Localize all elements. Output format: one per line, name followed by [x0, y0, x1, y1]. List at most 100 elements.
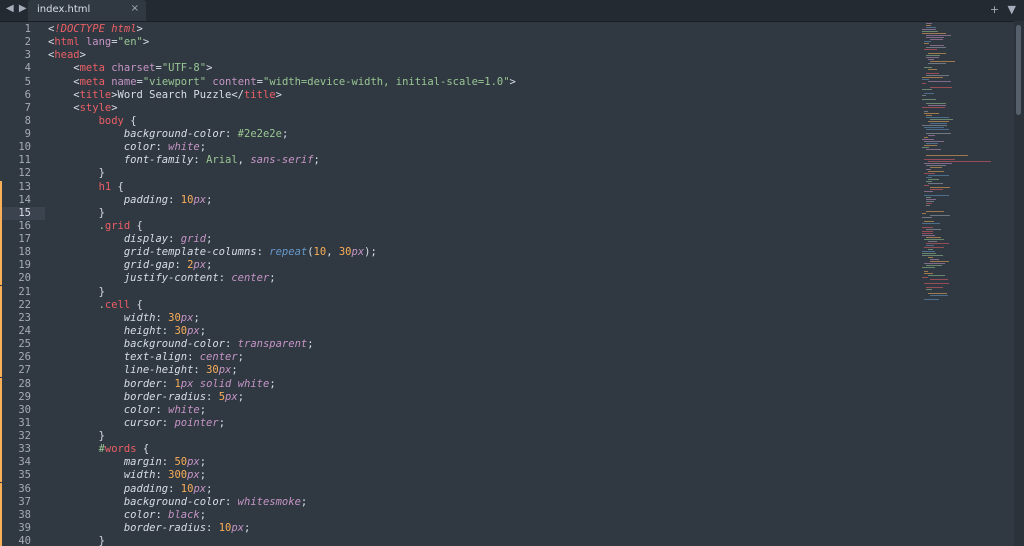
minimap-line — [926, 201, 934, 202]
line-number: 9 — [24, 128, 31, 141]
code-line[interactable]: 26 text-align: center; — [0, 351, 1014, 365]
code-editor[interactable]: 1 <!DOCTYPE html> 2 <html lang="en"> 3 <head>… — [0, 21, 1014, 546]
code-token: px — [187, 456, 200, 469]
code-token: px — [187, 469, 200, 482]
code-line[interactable]: 36 padding: 10px; — [0, 482, 1014, 496]
minimap-line — [924, 299, 939, 300]
tab-list-dropdown-icon[interactable]: ▼ — [1008, 3, 1016, 16]
minimap-line — [926, 165, 946, 166]
minimap-line — [924, 141, 944, 142]
code-line[interactable]: 27 line-height: 30px; — [0, 364, 1014, 378]
tab-index-html[interactable]: index.html × — [28, 0, 146, 21]
code-token: : — [193, 364, 207, 377]
code-token: black — [168, 508, 200, 521]
code-line[interactable]: 4 <meta charset="UTF-8"> — [0, 62, 1014, 75]
code-token: : — [155, 469, 169, 482]
code-line[interactable]: 38 color: black; — [0, 508, 1014, 522]
minimap-line — [930, 123, 947, 124]
line-number: 2 — [24, 36, 31, 49]
code-line[interactable]: 15 } — [0, 206, 1014, 220]
code-token: > — [79, 49, 86, 62]
minimap[interactable] — [918, 21, 1008, 301]
minimap-line — [926, 115, 932, 116]
code-token: : — [256, 246, 270, 259]
code-token: { — [130, 298, 143, 311]
code-token: grid-gap — [123, 259, 175, 272]
code-line[interactable]: 35 width: 300px; — [0, 469, 1014, 483]
scrollbar-thumb[interactable] — [1016, 25, 1021, 115]
code-line[interactable]: 34 margin: 50px; — [0, 456, 1014, 470]
code-line[interactable]: 5 <meta name="viewport" content="width=d… — [0, 76, 1014, 89]
code-text: width: 30px; — [48, 312, 200, 325]
code-line[interactable]: 12 } — [0, 167, 1014, 180]
line-number: 34 — [18, 456, 31, 469]
code-line[interactable]: 22 .cell { — [0, 298, 1014, 312]
code-line[interactable]: 10 color: white; — [0, 141, 1014, 154]
line-number: 20 — [18, 272, 31, 285]
code-line[interactable]: 17 display: grid; — [0, 233, 1014, 247]
minimap-line — [926, 103, 946, 104]
code-token: "viewport" — [142, 75, 207, 88]
code-token: : — [155, 508, 169, 521]
vertical-scrollbar[interactable] — [1014, 21, 1024, 546]
code-line[interactable]: 1 <!DOCTYPE html> — [0, 23, 1014, 36]
line-number: 4 — [24, 62, 31, 75]
code-token: center — [199, 351, 238, 364]
code-line[interactable]: 25 background-color: transparent; — [0, 338, 1014, 352]
code-line[interactable]: 20 justify-content: center; — [0, 272, 1014, 286]
code-token: repeat — [269, 246, 308, 259]
code-line[interactable]: 11 font-family: Arial, sans-serif; — [0, 154, 1014, 167]
code-line[interactable]: 8 body { — [0, 115, 1014, 128]
code-token: style — [79, 101, 112, 114]
close-icon[interactable]: × — [131, 3, 139, 14]
code-line[interactable]: 6 <title>Word Search Puzzle</title> — [0, 89, 1014, 102]
code-token: title — [79, 88, 112, 101]
code-line[interactable]: 28 border: 1px solid white; — [0, 377, 1014, 391]
code-token: px — [231, 521, 245, 534]
code-line[interactable]: 37 background-color: whitesmoke; — [0, 495, 1014, 509]
code-line[interactable]: 14 padding: 10px; — [0, 193, 1014, 207]
code-line[interactable]: 31 cursor: pointer; — [0, 416, 1014, 430]
code-line[interactable]: 3 <head> — [0, 49, 1014, 62]
minimap-line — [928, 179, 939, 180]
code-line[interactable]: 40 } — [0, 535, 1014, 546]
code-token: < — [48, 75, 80, 88]
code-line[interactable]: 16 .grid { — [0, 219, 1014, 233]
code-text: <style> — [48, 101, 117, 115]
code-line[interactable]: 21 } — [0, 285, 1014, 299]
code-token: : — [155, 141, 169, 154]
tab-nav-arrows[interactable]: ◀ ▶ — [6, 3, 28, 14]
code-token: words — [104, 443, 137, 456]
code-token: : — [225, 495, 238, 508]
code-line[interactable]: 7 <style> — [0, 102, 1014, 115]
new-tab-icon[interactable]: + — [990, 3, 999, 16]
code-token: : — [161, 416, 175, 429]
code-line[interactable]: 13 h1 { — [0, 180, 1014, 194]
code-line[interactable]: 30 color: white; — [0, 403, 1014, 417]
tab-label[interactable]: index.html — [37, 4, 90, 15]
code-text: margin: 50px; — [48, 456, 206, 469]
code-token: ; — [307, 338, 314, 351]
code-line[interactable]: 24 height: 30px; — [0, 324, 1014, 338]
code-token: px — [193, 259, 207, 272]
code-line[interactable]: 19 grid-gap: 2px; — [0, 259, 1014, 273]
minimap-line — [924, 283, 949, 284]
code-line[interactable]: 33 #words { — [0, 443, 1014, 457]
code-line[interactable]: 29 border-radius: 5px; — [0, 390, 1014, 404]
code-line[interactable]: 2 <html lang="en"> — [0, 36, 1014, 49]
code-line[interactable]: 18 grid-template-columns: repeat(10, 30p… — [0, 246, 1014, 260]
line-number: 8 — [24, 114, 31, 127]
code-line[interactable]: 23 width: 30px; — [0, 311, 1014, 325]
minimap-line — [928, 105, 946, 106]
code-line[interactable]: 32 } — [0, 430, 1014, 444]
code-line[interactable]: 9 background-color: #2e2e2e; — [0, 128, 1014, 141]
code-text: height: 30px; — [48, 325, 206, 338]
minimap-line — [928, 257, 933, 258]
minimap-line — [924, 67, 932, 68]
code-text: } — [48, 167, 105, 180]
code-token: body — [98, 114, 124, 127]
code-line[interactable]: 39 border-radius: 10px; — [0, 521, 1014, 535]
